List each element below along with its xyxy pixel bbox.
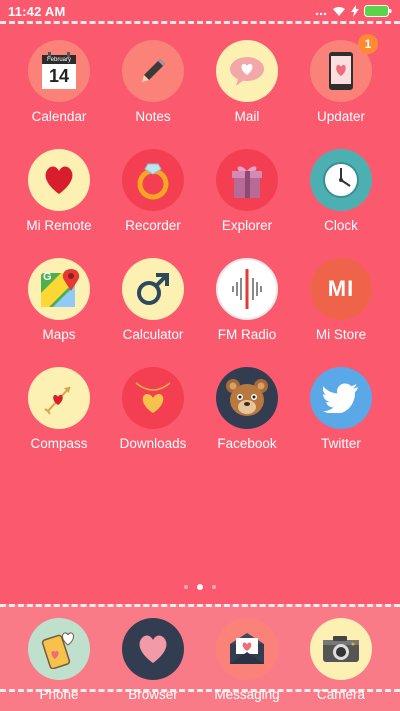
app-label: Updater — [316, 109, 366, 124]
battery-icon — [364, 5, 392, 20]
twitter-bird-icon — [310, 367, 372, 429]
dock: Phone Browser Messaging Camera — [0, 604, 400, 711]
heart-necklace-icon — [122, 367, 184, 429]
dock-bottom-divider — [0, 689, 400, 692]
envelope-heart-icon — [216, 618, 278, 680]
app-label: Calculator — [122, 327, 184, 342]
app-label: Mi Remote — [26, 218, 92, 233]
app-mail[interactable]: Mail — [200, 40, 294, 124]
clock-icon — [310, 149, 372, 211]
more-icon — [315, 5, 327, 20]
teddy-bear-icon — [216, 367, 278, 429]
arrow-heart-icon — [28, 367, 90, 429]
app-label: Twitter — [321, 436, 361, 451]
status-time: 11:42 AM — [8, 4, 66, 19]
maps-icon: G — [28, 258, 90, 320]
mi-logo-icon: MI — [310, 258, 372, 320]
dock-top-divider — [0, 604, 400, 607]
charging-icon — [351, 5, 359, 20]
speech-heart-icon — [216, 40, 278, 102]
male-symbol-icon — [122, 258, 184, 320]
app-explorer[interactable]: Explorer — [200, 149, 294, 233]
app-label: Downloads — [119, 436, 187, 451]
top-divider — [0, 21, 400, 24]
pencil-icon — [122, 40, 184, 102]
app-fm-radio[interactable]: FM Radio — [200, 258, 294, 342]
page-dot[interactable] — [212, 585, 216, 589]
app-facebook[interactable]: Facebook — [200, 367, 294, 451]
gift-box-icon — [216, 149, 278, 211]
phone-hearts-icon — [28, 618, 90, 680]
app-notes[interactable]: Notes — [106, 40, 200, 124]
page-dot-active[interactable] — [197, 584, 203, 590]
app-twitter[interactable]: Twitter — [294, 367, 388, 451]
app-label: Compass — [30, 436, 88, 451]
app-label: Maps — [42, 327, 76, 342]
heart-icon — [28, 149, 90, 211]
app-label: Recorder — [125, 218, 181, 233]
app-label: Notes — [135, 109, 171, 124]
app-label: FM Radio — [217, 327, 277, 342]
heart-icon — [122, 618, 184, 680]
app-label: Clock — [324, 218, 358, 233]
page-dot[interactable] — [184, 585, 188, 589]
app-label: Explorer — [221, 218, 273, 233]
app-compass[interactable]: Compass — [12, 367, 106, 451]
app-mi-remote[interactable]: Mi Remote — [12, 149, 106, 233]
app-calendar[interactable]: February 14 Calendar — [12, 40, 106, 124]
calendar-icon: February 14 — [28, 40, 90, 102]
app-label: Mi Store — [315, 327, 367, 342]
page-indicator — [0, 584, 400, 590]
calendar-day: 14 — [48, 66, 70, 86]
update-badge: 1 — [358, 34, 378, 54]
app-updater[interactable]: 1 Updater — [294, 34, 388, 124]
app-recorder[interactable]: Recorder — [106, 149, 200, 233]
calendar-month: February — [46, 57, 71, 63]
app-label: Facebook — [217, 436, 277, 451]
wifi-icon — [332, 5, 346, 20]
mi-logo-text: MI — [327, 276, 355, 301]
app-calculator[interactable]: Calculator — [106, 258, 200, 342]
maps-letter: G — [43, 271, 52, 283]
app-label: Calendar — [31, 109, 87, 124]
camera-icon — [310, 618, 372, 680]
app-maps[interactable]: G Maps — [12, 258, 106, 342]
app-downloads[interactable]: Downloads — [106, 367, 200, 451]
app-label: Mail — [234, 109, 260, 124]
app-clock[interactable]: Clock — [294, 149, 388, 233]
app-mi-store[interactable]: MI Mi Store — [294, 258, 388, 342]
ring-icon — [122, 149, 184, 211]
phone-heart-icon: 1 — [310, 34, 378, 102]
radio-wave-icon — [216, 258, 278, 320]
